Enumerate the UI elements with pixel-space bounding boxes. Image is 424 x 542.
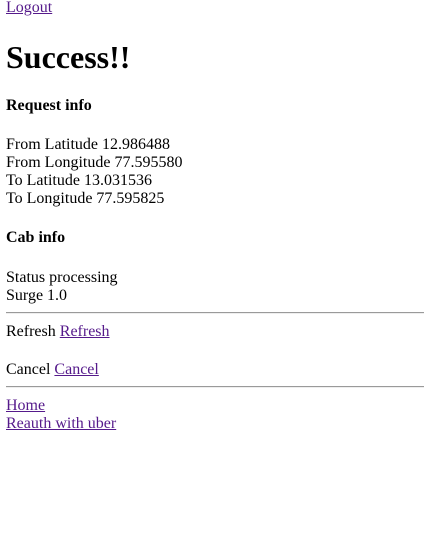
request-info-heading: Request info (6, 97, 92, 114)
status-row: Status processing (6, 269, 118, 287)
surge-label: Surge (6, 287, 44, 304)
divider-bottom (6, 386, 424, 388)
from-latitude-row: From Latitude 12.986488 (6, 136, 182, 154)
logout-link[interactable]: Logout (6, 0, 52, 17)
refresh-row: Refresh Refresh (6, 323, 110, 341)
footer-links: Home Reauth with uber (6, 397, 116, 433)
cancel-label: Cancel (6, 361, 51, 378)
to-latitude-value: 13.031536 (83, 172, 152, 189)
to-latitude-label: To Latitude (6, 172, 80, 189)
to-longitude-value: 77.595825 (96, 190, 165, 207)
status-label: Status (6, 269, 46, 286)
surge-value: 1.0 (47, 287, 68, 304)
from-latitude-value: 12.986488 (101, 136, 170, 153)
from-longitude-row: From Longitude 77.595580 (6, 154, 182, 172)
to-longitude-row: To Longitude 77.595825 (6, 190, 182, 208)
request-info-section: From Latitude 12.986488 From Longitude 7… (6, 136, 182, 208)
cab-info-heading: Cab info (6, 229, 66, 246)
page-title: Success!! (6, 39, 131, 75)
divider-top (6, 312, 424, 314)
from-latitude-label: From Latitude (6, 136, 98, 153)
surge-row: Surge 1.0 (6, 287, 118, 305)
cab-info-section: Status processing Surge 1.0 (6, 269, 118, 305)
reauth-uber-link[interactable]: Reauth with uber (6, 415, 116, 433)
refresh-label: Refresh (6, 323, 56, 340)
from-longitude-label: From Longitude (6, 154, 111, 171)
to-longitude-label: To Longitude (6, 190, 93, 207)
from-longitude-value: 77.595580 (114, 154, 183, 171)
cancel-link[interactable]: Cancel (54, 361, 98, 378)
refresh-link[interactable]: Refresh (60, 323, 110, 340)
home-link[interactable]: Home (6, 397, 116, 415)
status-value: processing (49, 269, 118, 286)
to-latitude-row: To Latitude 13.031536 (6, 172, 182, 190)
cancel-row: Cancel Cancel (6, 361, 99, 379)
